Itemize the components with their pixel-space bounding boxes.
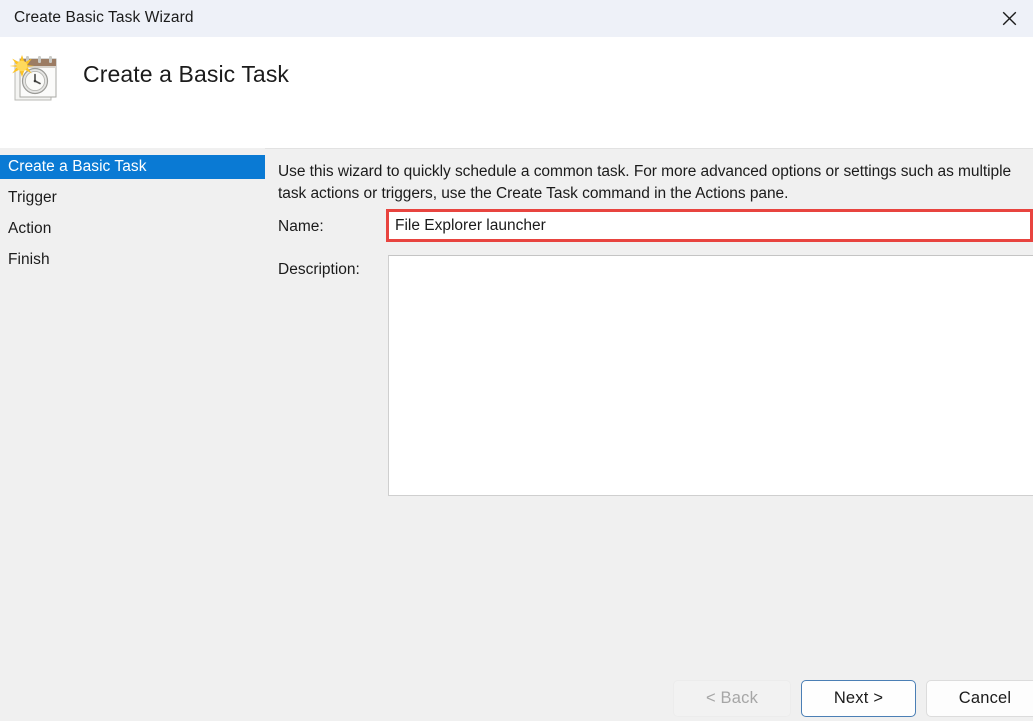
name-field-highlight xyxy=(386,209,1033,242)
description-field-label: Description: xyxy=(278,261,360,278)
sidebar-item-label: Create a Basic Task xyxy=(8,158,147,175)
sidebar-item-trigger[interactable]: Trigger xyxy=(0,186,265,210)
sidebar-item-label: Finish xyxy=(8,251,50,268)
sidebar-item-label: Action xyxy=(8,220,52,237)
sidebar-item-label: Trigger xyxy=(8,189,57,206)
sidebar-item-action[interactable]: Action xyxy=(0,217,265,241)
back-button[interactable]: < Back xyxy=(673,680,791,717)
wizard-steps-sidebar: Create a Basic Task Trigger Action Finis… xyxy=(0,148,265,721)
name-field-label: Name: xyxy=(278,218,324,235)
intro-description-text: Use this wizard to quickly schedule a co… xyxy=(278,163,1012,202)
window-title: Create Basic Task Wizard xyxy=(14,9,194,26)
close-icon xyxy=(1002,11,1017,26)
cancel-button[interactable]: Cancel xyxy=(926,680,1033,717)
next-button[interactable]: Next > xyxy=(801,680,916,717)
close-button[interactable] xyxy=(986,0,1033,37)
description-input[interactable] xyxy=(388,255,1033,496)
wizard-content-panel: Use this wizard to quickly schedule a co… xyxy=(265,148,1033,721)
wizard-footer: < Back Next > Cancel xyxy=(0,676,1033,721)
create-basic-task-wizard-window: Create Basic Task Wizard Create a Basic … xyxy=(0,0,1033,721)
create-basic-task-icon xyxy=(8,50,64,106)
wizard-header: Create a Basic Task xyxy=(0,37,1033,148)
sidebar-item-finish[interactable]: Finish xyxy=(0,248,265,272)
title-bar: Create Basic Task Wizard xyxy=(0,0,1033,37)
name-input[interactable] xyxy=(389,212,1030,239)
page-title: Create a Basic Task xyxy=(83,61,290,87)
sidebar-item-create-a-basic-task[interactable]: Create a Basic Task xyxy=(0,155,265,179)
